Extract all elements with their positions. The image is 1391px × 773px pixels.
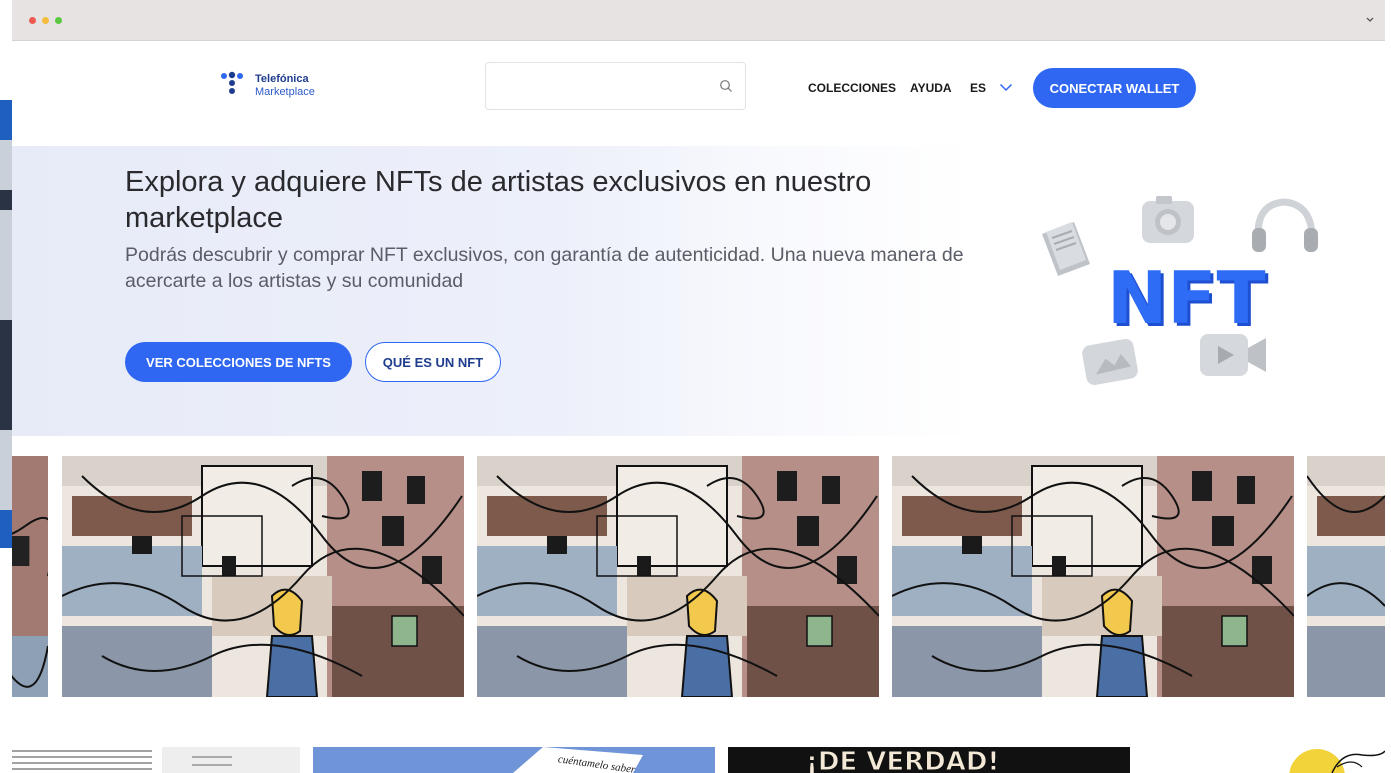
image-frame-icon (1082, 339, 1138, 385)
collection-thumbnail[interactable] (1262, 747, 1385, 773)
hero-subtitle: Podrás descubrir y comprar NFT exclusivo… (125, 244, 964, 292)
what-is-nft-button[interactable]: QUÉ ES UN NFT (365, 342, 501, 382)
nft-artwork-card[interactable] (892, 456, 1294, 697)
hero-title: Explora y adquiere NFTs de artistas excl… (125, 166, 872, 234)
document-icon (1042, 222, 1090, 276)
chevron-down-icon[interactable] (999, 83, 1013, 92)
nft-artwork-card[interactable] (1307, 456, 1385, 697)
collection-thumbnail[interactable]: cuéntamelo saber (313, 747, 715, 773)
nft-artwork-card[interactable] (477, 456, 879, 697)
camera-icon (1142, 196, 1194, 243)
telefonica-logo-icon (221, 71, 243, 94)
nft-artwork-card[interactable] (12, 456, 48, 697)
nft-illustration: NFT NFT (1042, 196, 1318, 385)
close-window-button[interactable] (29, 17, 36, 24)
search-input[interactable] (485, 62, 746, 110)
nft-gallery-carousel[interactable] (12, 456, 1385, 697)
search-icon[interactable] (719, 79, 733, 93)
logo-product-text: Marketplace (255, 86, 315, 98)
featured-collections-row: cuéntamelo saber ¡DE VERDAD! (12, 747, 1385, 773)
hero-section: Explora y adquiere NFTs de artistas excl… (12, 146, 1385, 436)
maximize-window-button[interactable] (55, 17, 62, 24)
nav-collections-link[interactable]: COLECCIONES (808, 81, 896, 95)
svg-text:¡DE VERDAD!: ¡DE VERDAD! (806, 747, 999, 773)
minimize-window-button[interactable] (42, 17, 49, 24)
nft-3d-text: NFT NFT (1107, 256, 1269, 343)
browser-titlebar (12, 0, 1385, 41)
site-header: Telefónica Marketplace COLECCIONES AYUDA… (12, 40, 1385, 140)
logo-brand-text: Telefónica (255, 73, 309, 85)
collection-thumbnail[interactable]: ¡DE VERDAD! (728, 747, 1130, 773)
collection-thumbnail[interactable] (12, 747, 300, 773)
desktop-backdrop (0, 0, 12, 773)
nft-artwork-card[interactable] (62, 456, 464, 697)
view-nft-collections-button[interactable]: VER COLECCIONES DE NFTS (125, 342, 352, 382)
telefonica-logo[interactable]: Telefónica Marketplace (220, 71, 350, 103)
connect-wallet-button[interactable]: CONECTAR WALLET (1033, 68, 1196, 108)
language-selector[interactable]: ES (970, 81, 986, 95)
chevron-down-icon[interactable] (1365, 14, 1375, 24)
browser-window: Telefónica Marketplace COLECCIONES AYUDA… (12, 0, 1385, 773)
svg-text:NFT: NFT (1107, 256, 1266, 340)
nav-help-link[interactable]: AYUDA (910, 81, 952, 95)
headphones-icon (1252, 198, 1318, 252)
